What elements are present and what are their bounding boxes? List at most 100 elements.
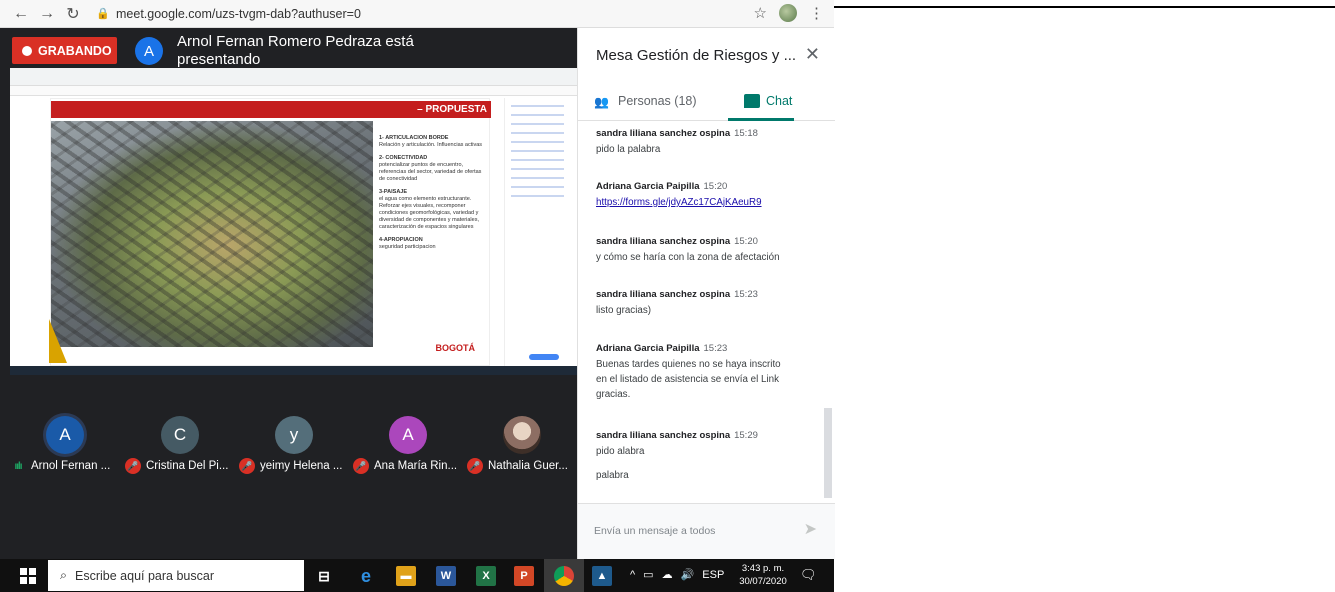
chat-message: sandra liliana sanchez ospina 15:20 y cóm… (596, 236, 826, 265)
speaking-icon: ıılı (14, 460, 22, 472)
participant-name: yeimy Helena ... (260, 460, 343, 472)
sender-name: Adriana Garcia Paipilla (596, 343, 700, 354)
message-link[interactable]: https://forms.gle/jdyAZc17CAjKAeuR9 (596, 197, 762, 208)
message-text: listo gracias) (596, 305, 651, 316)
slide-point-title: 4-APROPIACION (379, 237, 423, 243)
sender-name: sandra liliana sanchez ospina (596, 128, 731, 139)
slide-point-text: el agua como elemento estructurante. Ref… (379, 196, 479, 230)
forward-icon[interactable]: → (34, 3, 60, 25)
cloud-icon[interactable]: ☁ (662, 568, 673, 581)
mic-off-icon: 🎤 (353, 458, 369, 474)
taskbar-clock[interactable]: 3:43 p. m. 30/07/2020 (738, 562, 788, 588)
clock-date: 30/07/2020 (739, 576, 787, 587)
chat-panel: Mesa Gestión de Riesgos y ... ✕ 👥 Person… (577, 28, 835, 559)
message-text: y cómo se haría con la zona de afectació… (596, 252, 780, 263)
chat-icon (744, 94, 760, 108)
participant-tile[interactable]: y 🎤 yeimy Helena ... (239, 416, 351, 476)
presenter-avatar: A (135, 37, 163, 65)
meeting-title: Mesa Gestión de Riesgos y ... (596, 47, 797, 64)
send-icon[interactable]: ➤ (804, 519, 817, 539)
slide-point-title: 1- ARTICULACION BORDE (379, 135, 449, 141)
chrome-icon[interactable] (554, 566, 574, 586)
message-text: pido la palabra (596, 144, 661, 155)
star-icon[interactable]: ☆ (754, 4, 767, 22)
shared-button (529, 354, 559, 360)
panel-tabs: 👥 Personas (18) Chat (578, 86, 835, 121)
slide-points: 1- ARTICULACION BORDE Relación y articul… (379, 129, 485, 251)
slide-point-title: 3-PAISAJE (379, 189, 408, 195)
mic-off-icon: 🎤 (125, 458, 141, 474)
chevron-up-icon[interactable]: ^ (630, 569, 635, 581)
profile-avatar[interactable] (779, 4, 797, 22)
task-view-icon[interactable]: ⊟ (314, 566, 334, 586)
tab-chat[interactable]: Chat (744, 94, 792, 108)
message-text: en el listado de asistencia se envía el … (596, 374, 779, 385)
recording-label: GRABANDO (38, 43, 112, 58)
clock-time: 3:43 p. m. (741, 563, 785, 574)
participant-tile[interactable]: 🎤 Nathalia Guer... (467, 416, 579, 476)
shared-left-margin (10, 96, 50, 374)
sender-name: sandra liliana sanchez ospina (596, 236, 731, 247)
participant-name: Arnol Fernan ... (31, 460, 111, 472)
close-icon[interactable]: ✕ (805, 44, 820, 65)
active-tab-indicator (728, 118, 794, 121)
system-tray: ^ ▭ ☁ 🔊 ESP (630, 568, 724, 582)
chat-message: Adriana Garcia Paipilla 15:23 Buenas tard… (596, 343, 826, 402)
chat-scrollbar[interactable] (824, 408, 832, 498)
network-icon[interactable]: ▭ (643, 568, 653, 581)
windows-start-icon[interactable] (20, 568, 36, 584)
participant-avatar: A (389, 416, 427, 454)
message-time: 15:18 (734, 128, 758, 139)
excel-icon[interactable]: X (476, 566, 496, 586)
volume-icon[interactable]: 🔊 (681, 568, 695, 581)
presenter-text: Arnol Fernan Romero Pedraza está present… (177, 33, 414, 68)
shared-side-panel (504, 98, 570, 370)
message-time: 15:23 (734, 289, 758, 300)
notifications-icon[interactable]: 🗨 (800, 567, 817, 583)
people-icon: 👥 (594, 95, 609, 109)
participant-tile[interactable]: A ıılı Arnol Fernan ... (10, 416, 122, 476)
chat-input[interactable]: Envía un mensaje a todos (594, 525, 715, 537)
message-time: 15:20 (734, 236, 758, 247)
chat-message: Adriana Garcia Paipilla 15:20 https://for… (596, 181, 826, 210)
sender-name: sandra liliana sanchez ospina (596, 430, 731, 441)
sender-name: sandra liliana sanchez ospina (596, 289, 731, 300)
message-time: 15:29 (734, 430, 758, 441)
windows-taskbar: ⌕ Escribe aquí para buscar ⊟ e ▬ W X P ▲… (0, 559, 834, 592)
photos-icon[interactable]: ▲ (592, 566, 612, 586)
slide-point-text: potencializar puntos de encuentro, refer… (379, 162, 482, 182)
message-text: Buenas tardes quienes no se haya inscrit… (596, 359, 781, 370)
slide-point-text: Relación y articulación. Influencias act… (379, 142, 483, 148)
slide-point-text: seguridad participacion (379, 244, 436, 250)
word-icon[interactable]: W (436, 566, 456, 586)
divider-line (834, 6, 1335, 8)
search-icon: ⌕ (60, 568, 68, 582)
participant-tile[interactable]: C 🎤 Cristina Del Pi... (125, 416, 237, 476)
mic-off-icon: 🎤 (467, 458, 483, 474)
message-time: 15:20 (703, 181, 728, 192)
menu-icon[interactable]: ⋮ (809, 4, 824, 22)
language-indicator[interactable]: ESP (702, 569, 724, 581)
shared-screen: – PROPUESTA 1- ARTICULACION BORDE Relaci… (10, 68, 577, 375)
participant-photo (503, 416, 541, 454)
powerpoint-icon[interactable]: P (514, 566, 534, 586)
tab-chat-label: Chat (766, 94, 793, 108)
participant-avatar: C (161, 416, 199, 454)
shared-taskbar (10, 366, 577, 375)
participant-tile[interactable]: A 🎤 Ana María Rin... (353, 416, 465, 476)
shared-toolbar (10, 86, 577, 96)
edge-icon[interactable]: e (356, 566, 376, 586)
file-explorer-icon[interactable]: ▬ (396, 566, 416, 586)
back-icon[interactable]: ← (8, 3, 34, 25)
presentation-slide: – PROPUESTA 1- ARTICULACION BORDE Relaci… (49, 98, 491, 366)
shared-browser-tabs (10, 68, 577, 86)
tab-people[interactable]: 👥 Personas (18) (594, 94, 697, 109)
message-text: pido alabra (596, 446, 645, 457)
message-time: 15:23 (703, 343, 728, 354)
address-bar[interactable]: 🔒 meet.google.com/uzs-tvgm-dab?authuser=… (96, 4, 616, 24)
reload-icon[interactable]: ↻ (60, 3, 86, 25)
participant-name: Ana María Rin... (374, 460, 458, 472)
taskbar-search[interactable]: ⌕ Escribe aquí para buscar (48, 560, 304, 591)
url-text: meet.google.com/uzs-tvgm-dab?authuser=0 (116, 6, 361, 21)
